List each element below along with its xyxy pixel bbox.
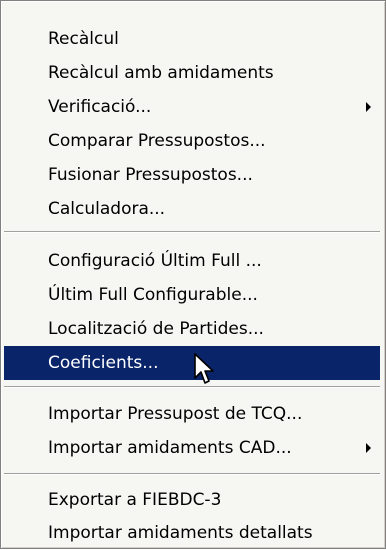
chevron-right-icon [366,102,371,112]
menu-item-label: Recàlcul [48,29,119,49]
chevron-right-icon [366,443,371,453]
menu-item-ultim-full-configurable[interactable]: Últim Full Configurable... [4,278,380,312]
menu-item-label: Importar Pressupost de TCQ... [48,404,303,424]
menu-item-configuracio-ultim-full[interactable]: Configuració Últim Full ... [4,244,380,278]
menu-item-label: Verificació... [48,97,152,117]
menu-item-label: Recàlcul amb amidaments [48,63,274,83]
menu-item-label: Coeficients... [48,353,159,373]
menu-item-importar-amidaments-detallats[interactable]: Importar amidaments detallats [4,516,380,550]
menu-item-comparar-pressupostos[interactable]: Comparar Pressupostos... [4,124,380,158]
menu-item-label: Localització de Partides... [48,319,264,339]
menu-item-label: Últim Full Configurable... [48,285,258,305]
menu-item-localitzacio-de-partides[interactable]: Localització de Partides... [4,312,380,346]
menu-item-exportar-fiebdc3[interactable]: Exportar a FIEBDC-3 [4,483,380,517]
menu-item-recalcul-amb-amidaments[interactable]: Recàlcul amb amidaments [4,56,380,90]
menu-item-label: Configuració Últim Full ... [48,251,262,271]
menu-separator [4,473,380,475]
menu-separator [4,386,380,388]
mouse-pointer-icon [194,353,214,384]
menu-item-label: Importar amidaments detallats [48,523,313,543]
menu-separator [4,231,380,233]
menu-item-importar-pressupost-tcq[interactable]: Importar Pressupost de TCQ... [4,397,380,431]
menu-item-label: Importar amidaments CAD... [48,438,292,458]
menu-item-verificacio[interactable]: Verificació... [4,90,380,124]
menu-item-label: Calculadora... [48,199,166,219]
menu-item-coeficients[interactable]: Coeficients... [4,346,380,380]
menu-item-label: Exportar a FIEBDC-3 [48,490,222,510]
menu-item-label: Comparar Pressupostos... [48,131,266,151]
context-menu: Recàlcul Recàlcul amb amidaments Verific… [0,0,386,549]
menu-item-fusionar-pressupostos[interactable]: Fusionar Pressupostos... [4,158,380,192]
menu-item-recalcul[interactable]: Recàlcul [4,22,380,56]
menu-item-label: Fusionar Pressupostos... [48,165,253,185]
menu-item-calculadora[interactable]: Calculadora... [4,192,380,226]
menu-item-importar-amidaments-cad[interactable]: Importar amidaments CAD... [4,431,380,465]
